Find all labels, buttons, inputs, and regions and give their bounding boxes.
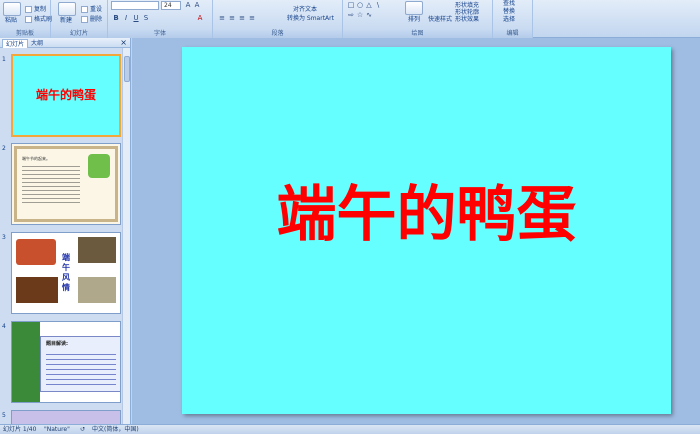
scrollbar-thumb[interactable] <box>124 56 130 82</box>
reset-icon <box>81 6 88 13</box>
slide-thumbnail-panel: 幻灯片 大纲 × 1 端午的鸭蛋 2 端午节的起来。 3 端午风情 4 题目解读… <box>0 38 131 424</box>
copy-button[interactable]: 复制 <box>25 6 46 14</box>
paragraph-group-label: 段落 <box>213 30 342 38</box>
thumbnail-photo <box>16 277 58 303</box>
panel-tabs: 幻灯片 大纲 × <box>0 38 130 48</box>
current-slide[interactable]: 端午的鸭蛋 <box>182 47 671 414</box>
clipboard-group: 粘贴 复制 格式刷 剪贴板 <box>0 0 52 38</box>
rectangle-shape-icon[interactable]: □ <box>347 1 355 9</box>
thumbnail-photo <box>16 239 56 265</box>
font-size-box[interactable]: 24 <box>161 1 181 10</box>
thumbnail-heading: 题目解读: <box>46 341 68 347</box>
thumbnail-slide-4[interactable]: 题目解读: <box>11 321 121 403</box>
quick-styles-button[interactable]: 快速样式 <box>428 16 452 24</box>
ribbon: 粘贴 复制 格式刷 剪贴板 新建 重设 删除 幻灯片 24 A A B I U … <box>0 0 700 38</box>
slides-group: 新建 重设 删除 幻灯片 <box>51 0 108 38</box>
thumbnail-photo <box>78 277 116 303</box>
spellcheck-icon[interactable]: ↺ <box>80 425 85 434</box>
drawing-group-label: 绘图 <box>343 30 492 38</box>
thumbnail-scrollbar[interactable] <box>122 48 130 424</box>
bold-icon[interactable]: B <box>112 14 120 22</box>
font-name-box[interactable] <box>111 1 159 10</box>
grow-font-icon[interactable]: A <box>184 1 192 9</box>
font-color-icon[interactable]: A <box>196 14 204 22</box>
thumbnail-photo <box>12 322 40 402</box>
font-group-label: 字体 <box>108 30 212 38</box>
align-right-icon[interactable]: ≡ <box>238 14 246 22</box>
thumbnail-text-lines <box>22 163 80 203</box>
tab-slides[interactable]: 幻灯片 <box>2 39 29 48</box>
slide-count: 幻灯片 1/40 <box>3 426 37 433</box>
theme-name: "Nature" <box>44 426 70 433</box>
format-painter-button[interactable]: 格式刷 <box>25 16 52 24</box>
thumbnail-title: 端午的鸭蛋 <box>35 88 96 102</box>
align-center-icon[interactable]: ≡ <box>228 14 236 22</box>
justify-icon[interactable]: ≡ <box>248 14 256 22</box>
thumbnail-slide-1[interactable]: 端午的鸭蛋 <box>11 54 121 137</box>
tab-outline[interactable]: 大纲 <box>28 39 46 48</box>
close-icon[interactable]: × <box>120 38 127 48</box>
replace-button[interactable]: 替换 <box>503 8 515 16</box>
thumbnail-picture <box>88 154 110 178</box>
brush-icon <box>25 16 32 23</box>
thumbnail-photo <box>78 237 116 263</box>
convert-smartart-button[interactable]: 转换为 SmartArt <box>287 15 334 23</box>
align-text-button[interactable]: 对齐文本 <box>293 6 317 14</box>
arrange-label[interactable]: 排列 <box>408 16 420 24</box>
italic-icon[interactable]: I <box>122 14 130 22</box>
thumbnail-slide-3[interactable]: 端午风情 <box>11 232 121 314</box>
thumbnail-slide-5[interactable] <box>11 410 121 424</box>
strike-icon[interactable]: S <box>142 14 150 22</box>
underline-icon[interactable]: U <box>132 14 140 22</box>
thumbnail-text: 端午节的起来。 <box>22 156 50 161</box>
oval-shape-icon[interactable]: ○ <box>356 1 364 9</box>
thumbnail-number: 4 <box>2 323 6 330</box>
slides-group-label: 幻灯片 <box>51 30 107 38</box>
delete-icon <box>81 16 88 23</box>
paste-label[interactable]: 粘贴 <box>5 17 17 25</box>
triangle-shape-icon[interactable]: △ <box>365 1 373 9</box>
copy-icon <box>25 6 32 13</box>
thumbnail-text-lines <box>46 350 116 386</box>
thumbnail-number: 2 <box>2 145 6 152</box>
arrow-shape-icon[interactable]: ⇨ <box>347 11 355 19</box>
star-shape-icon[interactable]: ☆ <box>356 11 364 19</box>
thumbnail-number: 1 <box>2 56 6 63</box>
paste-button[interactable] <box>3 2 21 16</box>
curve-shape-icon[interactable]: ∿ <box>365 11 373 19</box>
line-shape-icon[interactable]: \ <box>374 1 382 9</box>
thumbnail-title: 端午风情 <box>62 253 70 292</box>
font-group: 24 A A B I U S A 字体 <box>108 0 213 38</box>
new-slide-label[interactable]: 新建 <box>60 17 72 25</box>
thumbnail-number: 3 <box>2 234 6 241</box>
clipboard-group-label: 剪贴板 <box>0 30 50 38</box>
slide-editing-area: 端午的鸭蛋 <box>132 38 700 424</box>
shrink-font-icon[interactable]: A <box>193 1 201 9</box>
slide-title[interactable]: 端午的鸭蛋 <box>182 179 671 251</box>
reset-button[interactable]: 重设 <box>81 6 102 14</box>
language: 中文(简体，中国) <box>92 426 139 433</box>
drawing-group: □ ○ △ \ ⇨ ☆ ∿ 排列 快速样式 形状填充 形状轮廓 形状效果 绘图 <box>343 0 493 38</box>
delete-button[interactable]: 删除 <box>81 16 102 24</box>
select-button[interactable]: 选择 <box>503 16 515 24</box>
editing-group-label: 编辑 <box>493 30 532 38</box>
shape-effects-button[interactable]: 形状效果 <box>455 16 479 24</box>
align-left-icon[interactable]: ≡ <box>218 14 226 22</box>
arrange-button[interactable] <box>405 1 423 15</box>
thumbnail-number: 5 <box>2 412 6 419</box>
status-bar: 幻灯片 1/40 "Nature" ↺ 中文(简体，中国) <box>0 424 700 434</box>
new-slide-button[interactable] <box>58 2 76 16</box>
find-button[interactable]: 查找 <box>503 0 515 8</box>
thumbnail-slide-2[interactable]: 端午节的起来。 <box>11 143 121 225</box>
paragraph-group: ≡ ≡ ≡ ≡ 对齐文本 转换为 SmartArt 段落 <box>213 0 343 38</box>
editing-group: 查找 替换 选择 编辑 <box>493 0 533 38</box>
